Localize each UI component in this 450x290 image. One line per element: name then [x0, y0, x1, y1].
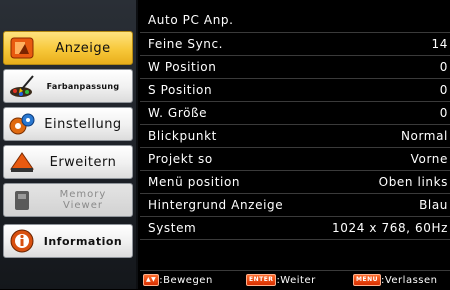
- display-settings-icon: [8, 35, 36, 61]
- menu-row-w-groesse[interactable]: W. Größe 0: [140, 101, 450, 124]
- menu-hint: MENU:Verlassen: [353, 274, 437, 286]
- menu-row-label: W Position: [148, 60, 217, 74]
- menu-row-label: Projekt so: [148, 152, 213, 166]
- menu-key-icon: MENU: [353, 274, 381, 286]
- menu-row-value: Normal: [400, 129, 448, 143]
- move-hint: ▲▼:Bewegen: [143, 274, 213, 286]
- sidebar-item-erweitern[interactable]: Erweitern: [3, 145, 133, 179]
- move-hint-label: :Bewegen: [159, 275, 213, 286]
- menu-row-value: 0: [439, 106, 448, 120]
- menu-row-hintergrund-anzeige[interactable]: Hintergrund Anzeige Blau: [140, 193, 450, 216]
- sidebar-item-label: Einstellung: [44, 116, 122, 132]
- menu-row-label: Hintergrund Anzeige: [148, 198, 284, 212]
- menu-hint-label: :Verlassen: [380, 275, 438, 286]
- enter-key-icon: ENTER: [246, 274, 277, 286]
- menu-row-value: 1024 x 768, 60Hz: [332, 221, 448, 235]
- menu-row-s-position[interactable]: S Position 0: [140, 78, 450, 101]
- menu-row-value: 0: [439, 83, 448, 97]
- sidebar-item-anzeige[interactable]: Anzeige: [3, 31, 133, 65]
- menu-row-label: Feine Sync.: [148, 37, 224, 51]
- memory-stick-icon: [8, 187, 36, 213]
- key-hint-bar: ▲▼:Bewegen ENTER:Weiter MENU:Verlassen: [140, 270, 450, 290]
- sidebar-item-einstellung[interactable]: Einstellung: [3, 107, 133, 141]
- gears-icon: [8, 111, 36, 137]
- menu-row-w-position[interactable]: W Position 0: [140, 55, 450, 78]
- sidebar-item-memory-viewer[interactable]: Memory Viewer: [3, 183, 133, 217]
- sidebar-item-farbanpassung[interactable]: Farbanpassung: [3, 69, 133, 103]
- menu-row-value: 14: [431, 37, 448, 51]
- enter-hint-label: :Weiter: [276, 275, 316, 286]
- menu-row-label: S Position: [148, 83, 213, 97]
- menu-row-auto-pc-anp[interactable]: Auto PC Anp.: [140, 9, 450, 31]
- menu-row-system[interactable]: System 1024 x 768, 60Hz: [140, 216, 450, 240]
- menu-row-value: Vorne: [410, 152, 448, 166]
- sidebar-item-label: Memory Viewer: [59, 189, 107, 211]
- projector-osd-menu: Anzeige Farbanpassung Einstellung Erweit…: [0, 0, 450, 289]
- up-down-key-icon: ▲▼: [143, 274, 160, 286]
- sidebar: Anzeige Farbanpassung Einstellung Erweit…: [0, 0, 138, 289]
- enter-hint: ENTER:Weiter: [246, 274, 316, 286]
- menu-row-label: W. Größe: [148, 106, 208, 120]
- info-icon: [8, 228, 36, 254]
- sidebar-item-information[interactable]: Information: [3, 224, 133, 258]
- menu-row-projekt-so[interactable]: Projekt so Vorne: [140, 147, 450, 170]
- expand-arrow-icon: [8, 149, 36, 175]
- menu-row-blickpunkt[interactable]: Blickpunkt Normal: [140, 124, 450, 147]
- sidebar-item-label: Anzeige: [55, 40, 111, 56]
- settings-menu: Auto PC Anp. Feine Sync. 14 W Position 0…: [140, 0, 450, 289]
- menu-row-value: Oben links: [378, 175, 448, 189]
- menu-row-label: System: [148, 221, 197, 235]
- sidebar-item-label: Information: [43, 234, 123, 248]
- menu-row-menue-position[interactable]: Menü position Oben links: [140, 170, 450, 193]
- sidebar-item-label: Farbanpassung: [46, 81, 120, 91]
- sidebar-item-label: Erweitern: [49, 154, 117, 170]
- menu-row-value: Blau: [419, 198, 448, 212]
- menu-row-label: Blickpunkt: [148, 129, 217, 143]
- menu-row-value: 0: [439, 60, 448, 74]
- menu-row-label: Auto PC Anp.: [148, 13, 234, 27]
- menu-row-label: Menü position: [148, 175, 241, 189]
- menu-row-feine-sync[interactable]: Feine Sync. 14: [140, 32, 450, 55]
- paintbrush-icon: [8, 73, 36, 99]
